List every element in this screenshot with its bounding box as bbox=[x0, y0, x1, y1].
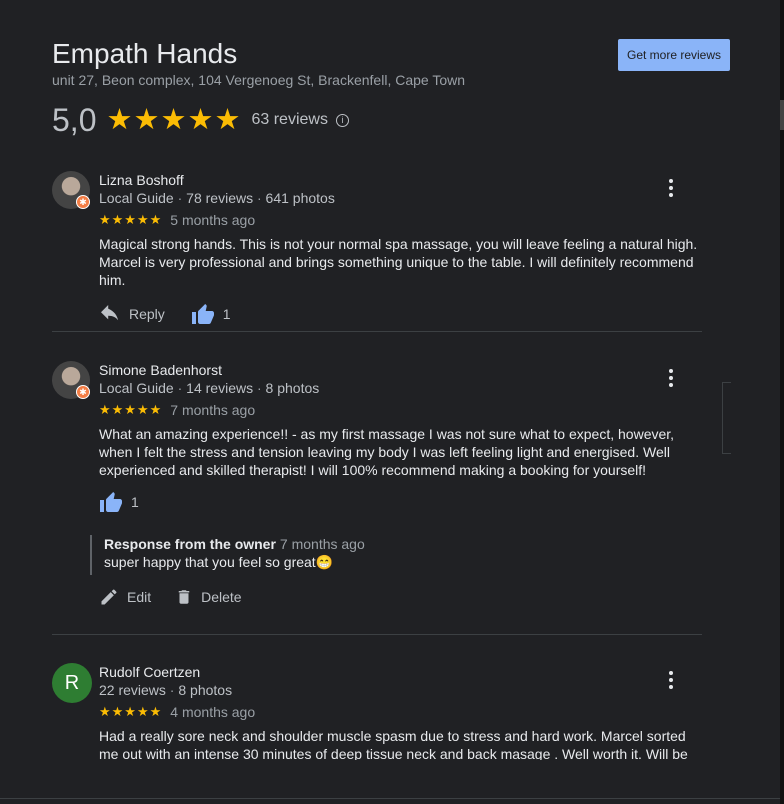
pencil-icon bbox=[101, 589, 117, 605]
review-text: What an amazing experience!! - as my fir… bbox=[99, 426, 675, 478]
window-edge bbox=[780, 0, 784, 804]
reviewer-name[interactable]: Rudolf Coertzen bbox=[99, 663, 702, 681]
edit-button[interactable]: Edit bbox=[99, 587, 151, 607]
reviewer-review-count: 14 reviews bbox=[186, 380, 254, 396]
owner-response: Response from the owner 7 months ago supe… bbox=[90, 535, 702, 575]
review-item: ✱ Simone Badenhorst Local Guide · 14 rev… bbox=[52, 361, 702, 611]
rating-stars: ★★★★★ bbox=[106, 104, 242, 136]
review-stars: ★★★★★ bbox=[99, 212, 163, 227]
review-item: ✱ Lizna Boshoff Local Guide · 78 reviews… bbox=[52, 171, 702, 324]
rating-value: 5,0 bbox=[52, 102, 97, 138]
like-count: 1 bbox=[222, 306, 231, 322]
reviewer-review-count: 22 reviews bbox=[99, 682, 166, 698]
avatar[interactable]: R bbox=[52, 663, 92, 703]
reviewer-photo-count: 8 photos bbox=[178, 682, 233, 698]
like-button[interactable]: 1 bbox=[191, 303, 231, 325]
review-stars: ★★★★★ bbox=[99, 704, 163, 719]
edit-label: Edit bbox=[127, 589, 152, 605]
info-icon[interactable]: i bbox=[335, 113, 349, 127]
thumbs-up-icon bbox=[100, 492, 122, 512]
reply-label: Reply bbox=[129, 306, 165, 322]
review-item: R Rudolf Coertzen 22 reviews · 8 photos … bbox=[52, 663, 702, 760]
local-guide-label: Local Guide bbox=[99, 190, 174, 206]
reviewer-photo-count: 8 photos bbox=[265, 380, 320, 396]
review-text: Had a really sore neck and shoulder musc… bbox=[99, 728, 688, 760]
review-count[interactable]: 63 reviews bbox=[251, 111, 327, 129]
local-guide-label: Local Guide bbox=[99, 380, 174, 396]
review-time: 5 months ago bbox=[170, 212, 256, 228]
like-button[interactable]: 1 bbox=[99, 491, 139, 513]
divider bbox=[52, 634, 702, 635]
delete-label: Delete bbox=[201, 589, 242, 605]
place-address: unit 27, Beon complex, 104 Vergenoeg St,… bbox=[52, 72, 466, 88]
reply-icon bbox=[101, 305, 119, 321]
scroll-indicator bbox=[780, 100, 784, 130]
place-header: Empath Hands unit 27, Beon complex, 104 … bbox=[52, 38, 465, 88]
local-guide-badge-icon: ✱ bbox=[76, 385, 90, 399]
place-title: Empath Hands bbox=[52, 38, 238, 69]
avatar[interactable]: ✱ bbox=[52, 171, 90, 209]
reviewer-meta: 22 reviews · 8 photos bbox=[99, 682, 233, 698]
get-more-reviews-button[interactable]: Get more reviews bbox=[618, 39, 730, 71]
more-options-icon[interactable] bbox=[668, 369, 674, 387]
owner-response-title: Response from the owner bbox=[104, 536, 276, 552]
reply-button[interactable]: Reply bbox=[99, 305, 165, 323]
avatar[interactable]: ✱ bbox=[52, 361, 90, 399]
review-time: 4 months ago bbox=[170, 704, 256, 720]
local-guide-badge-icon: ✱ bbox=[76, 195, 90, 209]
reviewer-meta: Local Guide · 78 reviews · 641 photos bbox=[99, 190, 335, 206]
review-text: Magical strong hands. This is not your n… bbox=[99, 236, 698, 288]
divider bbox=[52, 331, 702, 332]
side-handle[interactable] bbox=[722, 382, 731, 454]
reviewer-review-count: 78 reviews bbox=[186, 190, 254, 206]
more-options-icon[interactable] bbox=[668, 671, 674, 689]
reviewer-name[interactable]: Lizna Boshoff bbox=[99, 171, 702, 189]
reviewer-meta: Local Guide · 14 reviews · 8 photos bbox=[99, 380, 320, 396]
delete-button[interactable]: Delete bbox=[175, 587, 242, 607]
owner-response-text: super happy that you feel so great😁 bbox=[104, 554, 334, 570]
thumbs-up-icon bbox=[191, 304, 214, 324]
like-count: 1 bbox=[131, 494, 139, 510]
owner-response-time: 7 months ago bbox=[279, 536, 365, 552]
reviewer-photo-count: 641 photos bbox=[265, 190, 335, 206]
trash-icon bbox=[178, 590, 190, 604]
review-stars: ★★★★★ bbox=[99, 402, 163, 417]
rating-summary: 5,0 ★★★★★ 63 reviews i bbox=[52, 102, 349, 138]
review-time: 7 months ago bbox=[170, 402, 256, 418]
reviewer-name[interactable]: Simone Badenhorst bbox=[99, 361, 702, 379]
more-options-icon[interactable] bbox=[668, 179, 674, 197]
